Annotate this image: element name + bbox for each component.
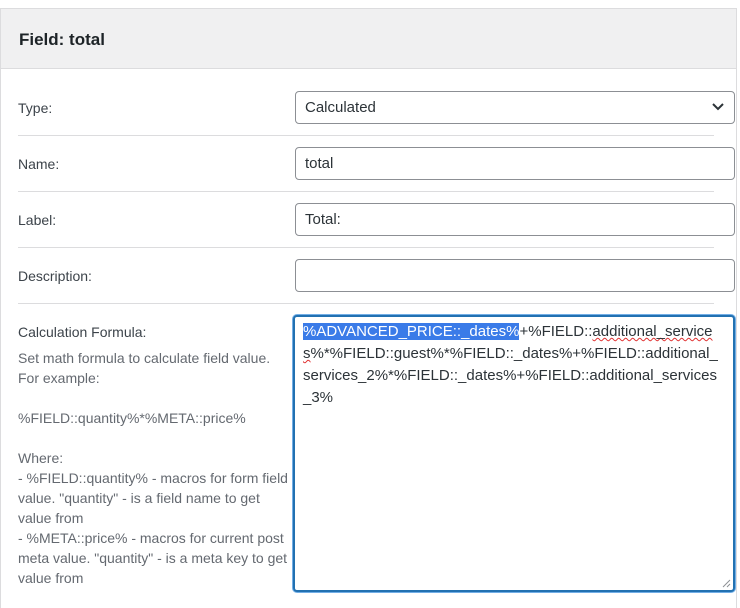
type-select[interactable]: Calculated [295, 91, 735, 124]
name-input[interactable]: total [295, 147, 735, 180]
chevron-down-icon [712, 103, 724, 111]
type-label: Type: [18, 100, 53, 116]
help-line-2: For example: [18, 370, 100, 386]
row-divider [18, 191, 714, 192]
formula-text-plus: +%FIELD:: [519, 323, 593, 340]
label-input-value: Total: [305, 211, 341, 228]
formula-selected-text: %ADVANCED_PRICE::_dates% [303, 323, 520, 340]
label-input[interactable]: Total: [295, 203, 735, 236]
formula-help-text: Set math formula to calculate field valu… [18, 348, 290, 588]
description-label: Description: [18, 268, 92, 284]
help-where: Where: [18, 450, 64, 466]
panel-title: Field: total [19, 30, 105, 49]
help-item-field: - %FIELD::quantity% - macros for form fi… [18, 470, 288, 526]
type-select-value: Calculated [305, 99, 376, 116]
resize-handle-icon[interactable] [721, 578, 731, 588]
help-example: %FIELD::quantity%*%META::price% [18, 410, 246, 426]
label-label: Label: [18, 212, 57, 228]
formula-label: Calculation Formula: [18, 324, 147, 340]
row-divider [18, 247, 714, 248]
row-divider [18, 135, 714, 136]
name-label: Name: [18, 156, 60, 172]
description-input[interactable] [295, 259, 735, 292]
panel-header: Field: total [1, 9, 736, 69]
help-item-meta: - %META::price% - macros for current pos… [18, 530, 288, 586]
help-line-1: Set math formula to calculate field valu… [18, 350, 271, 366]
formula-text-rest: %*%FIELD::guest%*%FIELD::_dates%+%FIELD:… [303, 345, 718, 406]
name-input-value: total [305, 155, 334, 172]
row-divider [18, 303, 714, 304]
formula-textarea[interactable]: %ADVANCED_PRICE::_dates%+%FIELD::additio… [293, 315, 735, 592]
